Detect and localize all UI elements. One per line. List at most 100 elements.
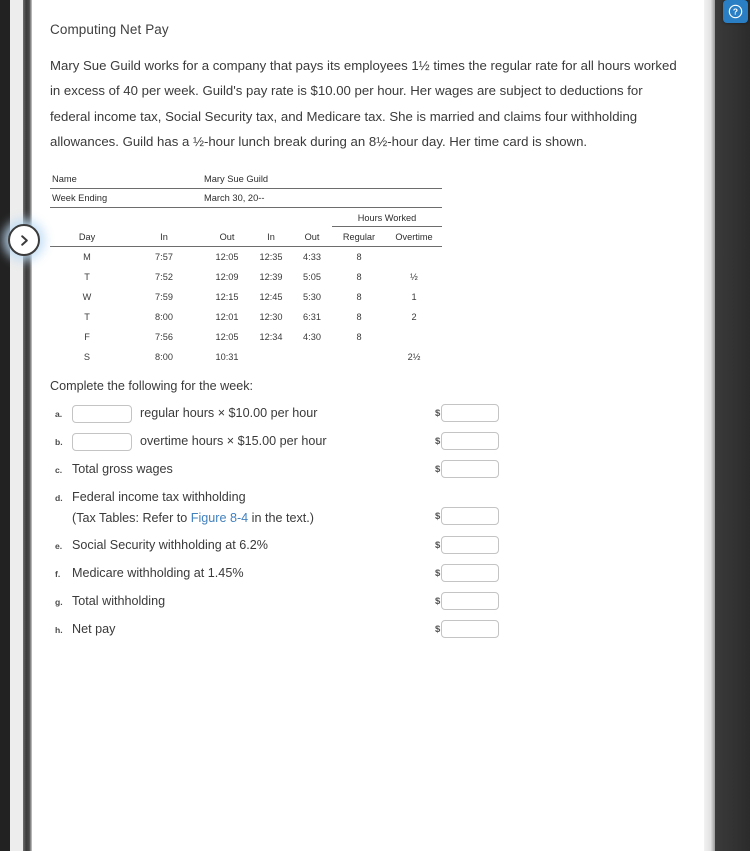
timecard-name-value: Mary Sue Guild [204, 170, 442, 190]
dollar-sign: $ [435, 539, 441, 551]
answer-input-g[interactable] [441, 592, 500, 611]
question-sublabel: (Tax Tables: Refer to Figure 8-4 in the … [72, 508, 314, 528]
question-text-block: Total gross wages [72, 459, 173, 479]
window-right-background [715, 0, 750, 851]
answer-field-group: $ [435, 432, 500, 451]
cell-day: T [84, 272, 90, 283]
question-letter: e. [55, 541, 63, 552]
page-title: Computing Net Pay [50, 22, 169, 37]
next-page-button[interactable] [8, 224, 40, 256]
question-letter: b. [55, 437, 63, 448]
question-label: Medicare withholding at 1.45% [72, 566, 244, 581]
cell-overtime: 2 [411, 312, 417, 323]
cell-out1: 12:09 [215, 272, 239, 283]
sublabel-suffix: in the text.) [248, 510, 314, 525]
question-item-f: f. Medicare withholding at 1.45% $ [50, 563, 684, 584]
cell-day: T [84, 312, 90, 323]
page-left-shadow [23, 0, 32, 851]
question-text-block: Federal income tax withholding (Tax Table… [72, 487, 314, 528]
col-header-out-2: Out [292, 226, 332, 248]
document-page: Computing Net Pay Mary Sue Guild works f… [32, 0, 704, 851]
page-right-shadow [704, 0, 715, 851]
question-mark-icon: ? [728, 4, 743, 19]
answer-input-c[interactable] [441, 460, 500, 479]
question-label: Total withholding [72, 594, 166, 609]
table-row: T 7:52 12:09 12:39 5:05 8 ½ [50, 267, 442, 287]
time-card-rows: M 7:57 12:05 12:35 4:33 8 T 7:52 12:09 12:39 5:05 8… [50, 247, 442, 368]
cell-out1: 12:05 [215, 332, 239, 343]
answer-input-f[interactable] [441, 564, 500, 583]
answer-field-group: $ [435, 620, 500, 639]
problem-statement: Mary Sue Guild works for a company that … [50, 58, 677, 150]
dollar-sign: $ [435, 567, 441, 579]
col-header-out-1: Out [204, 226, 250, 248]
cell-out1: 10:31 [215, 352, 239, 363]
questions-list: a. regular hours × $10.00 per hour $ b. over… [50, 403, 684, 640]
question-text-block: overtime hours × $15.00 per hour [140, 431, 327, 451]
question-label: Federal income tax withholding [72, 490, 246, 505]
window-left-edge [0, 0, 10, 851]
answer-field-group: $ [435, 564, 500, 583]
question-item-c: c. Total gross wages $ [50, 459, 684, 480]
dollar-sign: $ [435, 595, 441, 607]
question-body: Total gross wages [72, 459, 684, 479]
timecard-name-row: Name Mary Sue Guild [50, 170, 442, 190]
question-body: overtime hours × $15.00 per hour [72, 431, 684, 451]
col-header-day: Day [50, 226, 124, 248]
cell-overtime [386, 327, 442, 347]
question-text-block: Medicare withholding at 1.45% [72, 563, 244, 583]
help-button[interactable]: ? [723, 0, 748, 23]
cell-out2: 5:05 [303, 272, 321, 283]
question-letter: f. [55, 569, 61, 580]
table-row: W 7:59 12:15 12:45 5:30 8 1 [50, 287, 442, 307]
question-body: Net pay [72, 619, 684, 639]
answer-input-b[interactable] [441, 432, 500, 451]
cell-regular [332, 347, 386, 367]
question-text-block: Social Security withholding at 6.2% [72, 535, 268, 555]
hours-input-a[interactable] [72, 404, 132, 423]
cell-in2: 12:35 [259, 252, 283, 263]
hours-input-b[interactable] [72, 432, 132, 451]
cell-out2 [292, 347, 332, 367]
question-body: regular hours × $10.00 per hour [72, 403, 684, 423]
timecard-group-spacer [50, 208, 332, 227]
table-row: F 7:56 12:05 12:34 4:30 8 [50, 327, 442, 347]
cell-in1: 8:00 [155, 312, 173, 323]
dollar-sign: $ [435, 510, 441, 522]
question-letter: a. [55, 409, 63, 420]
cell-in2: 12:39 [259, 272, 283, 283]
question-label: Social Security withholding at 6.2% [72, 538, 269, 553]
cell-in2: 12:45 [259, 292, 283, 303]
cell-out1: 12:01 [215, 312, 239, 323]
question-letter: h. [55, 625, 63, 636]
question-label: overtime hours × $15.00 per hour [140, 434, 327, 449]
answer-input-a[interactable] [441, 404, 500, 423]
cell-in2 [250, 347, 292, 367]
cell-in2: 12:34 [259, 332, 283, 343]
timecard-week-value: March 30, 20-- [204, 188, 442, 209]
answer-input-d[interactable] [441, 507, 500, 526]
cell-day: W [82, 292, 92, 303]
answer-input-h[interactable] [441, 620, 500, 639]
answer-field-group: $ [435, 460, 500, 479]
table-row: S 8:00 10:31 2½ [50, 347, 442, 367]
cell-regular: 8 [356, 252, 362, 263]
cell-out1: 12:15 [215, 292, 239, 303]
dollar-sign: $ [435, 407, 441, 419]
app-window: ? Computing Net Pay Mary Sue Guild works… [0, 0, 750, 851]
question-item-a: a. regular hours × $10.00 per hour $ [50, 403, 684, 424]
cell-overtime: ½ [410, 272, 418, 283]
question-body: Social Security withholding at 6.2% [72, 535, 684, 555]
cell-out2: 4:33 [303, 252, 321, 263]
cell-in1: 7:52 [155, 272, 173, 283]
timecard-hours-worked-header: Hours Worked [332, 207, 442, 228]
answer-input-e[interactable] [441, 536, 500, 555]
timecard-week-label: Week Ending [50, 188, 204, 209]
cell-out2: 6:31 [303, 312, 321, 323]
cell-out1: 12:05 [215, 252, 239, 263]
figure-link[interactable]: Figure 8-4 [191, 511, 248, 525]
cell-in1: 8:00 [155, 352, 173, 363]
cell-in2: 12:30 [259, 312, 283, 323]
cell-regular: 8 [356, 272, 362, 283]
timecard-week-row: Week Ending March 30, 20-- [50, 188, 442, 209]
